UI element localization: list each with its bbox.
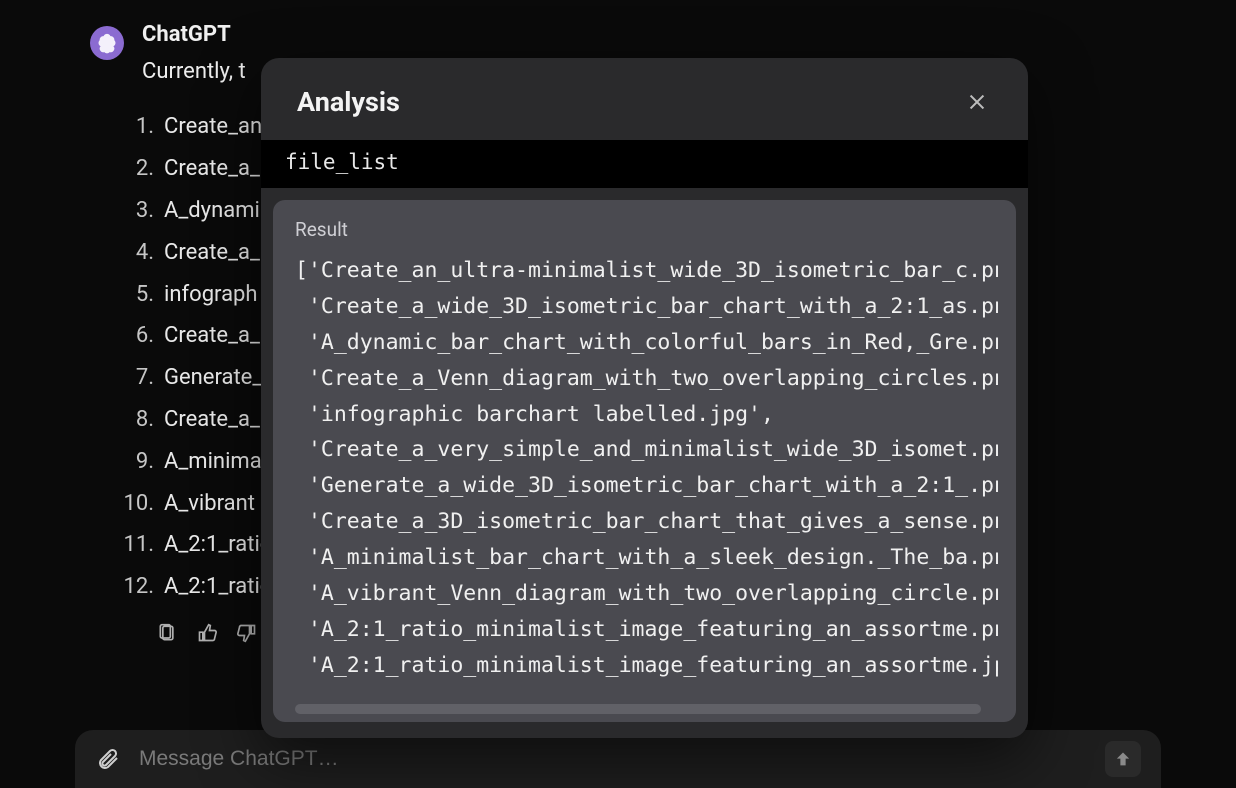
close-button[interactable] [962, 87, 992, 117]
horizontal-scrollbar[interactable] [295, 704, 981, 714]
thumbs-down-button[interactable] [234, 620, 260, 646]
result-output[interactable]: ['Create_an_ultra-minimalist_wide_3D_iso… [295, 253, 998, 684]
send-button[interactable] [1105, 741, 1141, 777]
assistant-avatar [90, 26, 124, 60]
author-name: ChatGPT [142, 22, 1236, 47]
thumbs-up-icon [197, 623, 217, 643]
result-panel: Result ['Create_an_ultra-minimalist_wide… [273, 200, 1016, 722]
arrow-up-icon [1114, 750, 1132, 768]
thumbs-down-icon [237, 623, 257, 643]
clipboard-icon [157, 623, 177, 643]
message-input[interactable] [139, 747, 1087, 771]
openai-logo-icon [96, 32, 118, 54]
paperclip-icon [96, 747, 120, 771]
attach-button[interactable] [95, 746, 121, 772]
copy-button[interactable] [154, 620, 180, 646]
thumbs-up-button[interactable] [194, 620, 220, 646]
analysis-modal: Analysis file_list Result ['Create_an_ul… [261, 58, 1028, 738]
result-label: Result [295, 218, 998, 241]
compose-bar [75, 730, 1161, 788]
close-icon [966, 91, 988, 113]
modal-header: Analysis [261, 58, 1028, 140]
code-input: file_list [261, 140, 1028, 188]
modal-title: Analysis [297, 86, 400, 118]
